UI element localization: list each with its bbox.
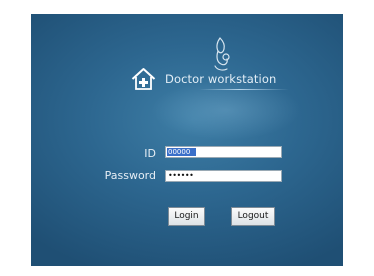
hospital-home-icon [131, 68, 156, 90]
password-input[interactable] [165, 170, 282, 182]
app-title: Doctor workstation [165, 72, 277, 86]
stethoscope-icon [214, 37, 230, 71]
login-button[interactable]: Login [168, 207, 205, 226]
title-divider [199, 89, 289, 90]
logout-button[interactable]: Logout [231, 207, 275, 226]
id-input[interactable] [165, 146, 282, 158]
password-label: Password [104, 169, 156, 182]
login-panel: Doctor workstation ID 00000 Password •••… [31, 14, 343, 266]
id-label: ID [144, 147, 156, 160]
